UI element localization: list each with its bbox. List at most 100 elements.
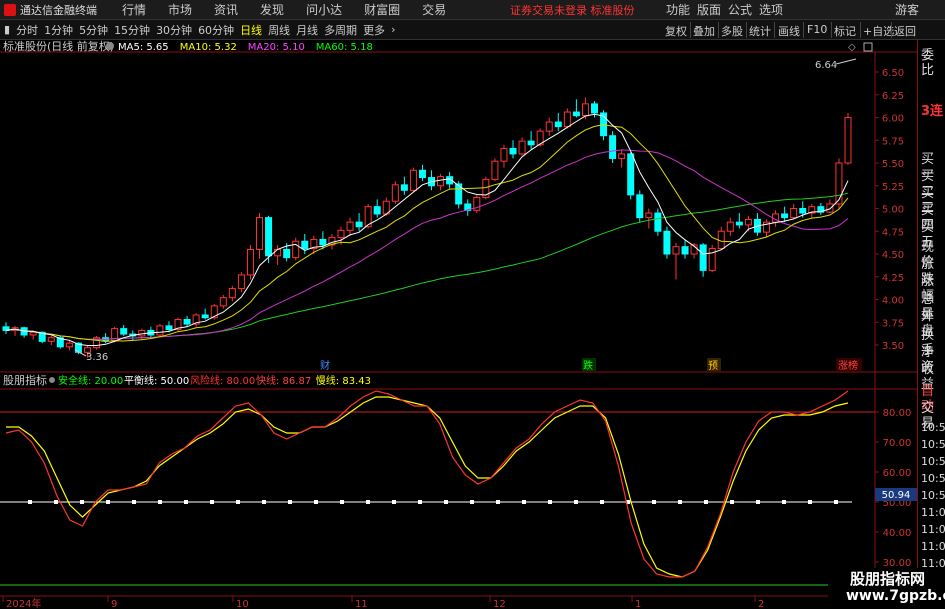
indicator-label-1: 平衡线: 50.00 (124, 374, 189, 387)
balance-line-dot (80, 500, 84, 504)
balance-line-dot (756, 500, 760, 504)
ma-label-2: MA20: 5.10 (248, 42, 305, 53)
btn-f10[interactable]: F10 (807, 23, 827, 36)
period-1min[interactable]: 1分钟 (44, 22, 73, 38)
candle-body (201, 314, 209, 319)
candle-body (346, 221, 354, 231)
balance-line-dot (288, 500, 292, 504)
event-marker-1: 跌 (583, 359, 593, 372)
event-marker-3: 涨榜 (838, 359, 858, 372)
period-monthly[interactable]: 月线 (296, 22, 318, 38)
price-tick-label: 6.00 (882, 114, 904, 125)
price-tick-label: 4.00 (882, 296, 904, 307)
balance-line-dot (262, 500, 266, 504)
app-logo-icon (4, 3, 16, 16)
candle-body (545, 121, 553, 132)
chart-area[interactable]: 标准股份(日线 前复权) MA5: 5.65 MA10: 5.32 MA20: 5.1… (0, 40, 917, 609)
x-axis-label: 11 (355, 599, 368, 609)
balance-line-dot (106, 500, 110, 504)
menu-item-wealth[interactable]: 财富圈 (364, 1, 400, 18)
price-tick-label: 5.25 (882, 182, 904, 193)
candle-body (400, 184, 408, 191)
candle-body (636, 194, 644, 219)
x-axis-label: 12 (493, 599, 506, 609)
btn-draw[interactable]: 画线 (778, 23, 800, 39)
price-tick-label: 4.50 (882, 250, 904, 261)
price-tick-label: 3.50 (882, 341, 904, 352)
balance-line-dot (704, 500, 708, 504)
candle-body (518, 140, 526, 155)
balance-line-dot (730, 500, 734, 504)
price-tick-label: 4.25 (882, 273, 904, 284)
watermark-title: 股朋指标网 (850, 570, 926, 588)
balance-line-dot (574, 500, 578, 504)
x-axis-label: 10 (236, 599, 249, 609)
menu-item-options[interactable]: 选项 (759, 1, 783, 18)
btn-overlay[interactable]: 叠加 (693, 23, 715, 39)
period-weekly[interactable]: 周线 (268, 22, 290, 38)
diamond-icon: ◇ (848, 42, 856, 53)
candle-body (554, 121, 562, 128)
candle-body (355, 221, 363, 228)
period-60min[interactable]: 60分钟 (198, 22, 234, 38)
candle-body (790, 208, 798, 219)
btn-back[interactable]: 返回 (894, 23, 916, 39)
menu-item-market[interactable]: 市场 (168, 1, 192, 18)
candle-body (627, 153, 635, 196)
candle-body (418, 169, 426, 179)
candle-body (165, 325, 173, 331)
restore-icon (863, 42, 873, 52)
period-multi[interactable]: 多周期 (324, 22, 357, 38)
balance-line-dot (834, 500, 838, 504)
btn-adjust[interactable]: 复权 (665, 23, 687, 39)
balance-line-dot (418, 500, 422, 504)
ma-label-1: MA10: 5.32 (180, 42, 237, 53)
candle-body (572, 111, 580, 117)
balance-line-dot (236, 500, 240, 504)
btn-mark[interactable]: 标记 (834, 23, 856, 39)
btn-add-watchlist[interactable]: +自选 (863, 23, 894, 39)
ma-label-3: MA60: 5.18 (316, 42, 373, 53)
menu-item-discover[interactable]: 发现 (260, 1, 284, 18)
period-daily[interactable]: 日线 (240, 22, 262, 38)
candle-body (337, 229, 345, 239)
btn-multi-stock[interactable]: 多股 (721, 23, 743, 39)
candle-body (373, 206, 381, 215)
indicator-current-value: 50.94 (882, 490, 911, 501)
indicator-label-2: 风险线: 80.00 (190, 374, 255, 387)
period-5min[interactable]: 5分钟 (79, 22, 108, 38)
candle-body (726, 221, 734, 232)
balance-line-dot (132, 500, 136, 504)
menu-item-layout[interactable]: 版面 (697, 1, 721, 18)
candle-body (274, 248, 282, 257)
period-15min[interactable]: 15分钟 (114, 22, 150, 38)
toolbar-divider (803, 22, 804, 38)
toolbar-menu-icon[interactable]: ▮ (4, 23, 10, 36)
btn-stats[interactable]: 统计 (749, 23, 771, 39)
menu-item-ask[interactable]: 问小达 (306, 1, 342, 18)
balance-line-dot (54, 500, 58, 504)
x-axis-label: 1 (635, 599, 641, 609)
menu-item-quotes[interactable]: 行情 (122, 1, 146, 18)
period-more[interactable]: 更多 (363, 22, 385, 38)
menu-item-guest[interactable]: 游客 (895, 1, 919, 18)
candle-body (237, 274, 245, 290)
menu-item-news[interactable]: 资讯 (214, 1, 238, 18)
menu-item-trade[interactable]: 交易 (422, 1, 446, 18)
period-intraday[interactable]: 分时 (16, 22, 38, 38)
period-toolbar: ▮ 分时 1分钟 5分钟 15分钟 30分钟 60分钟 日线 周线 月线 多周期… (0, 20, 945, 40)
event-marker-0: 财 (320, 359, 330, 372)
price-tick-label: 5.00 (882, 205, 904, 216)
login-status[interactable]: 证券交易未登录 标准股份 (510, 2, 635, 18)
fast-line (5, 390, 849, 578)
price-tick-label: 6.25 (882, 91, 904, 102)
candle-body (47, 337, 55, 342)
balance-line-dot (314, 500, 318, 504)
balance-line-dot (678, 500, 682, 504)
period-30min[interactable]: 30分钟 (156, 22, 192, 38)
panel-time: 10:5 (921, 455, 945, 468)
menu-item-formula[interactable]: 公式 (728, 1, 752, 18)
menu-item-function[interactable]: 功能 (666, 1, 690, 18)
toolbar-divider (891, 22, 892, 38)
chevron-right-icon[interactable]: › (391, 23, 395, 36)
